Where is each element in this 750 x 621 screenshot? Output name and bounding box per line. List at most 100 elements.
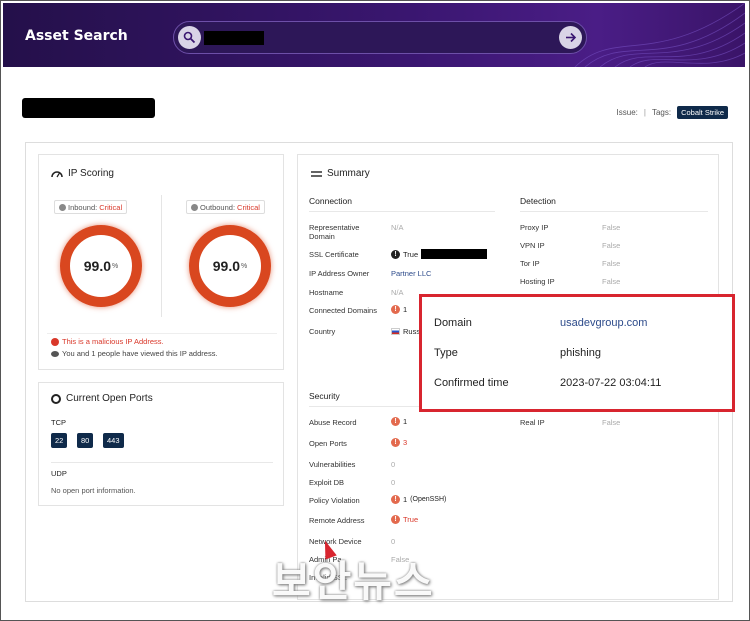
time-label: Confirmed time <box>434 377 509 389</box>
security-heading: Security <box>309 391 340 401</box>
malicious-text: This is a malicious IP Address. <box>62 337 164 346</box>
udp-empty-text: No open port information. <box>51 486 136 495</box>
security-row-label: Vulnerabilities <box>309 460 356 469</box>
search-bar[interactable] <box>173 21 587 54</box>
viewed-text: You and 1 people have viewed this IP add… <box>62 349 218 358</box>
inbound-level: Critical <box>99 202 123 212</box>
detection-row-value: False <box>602 223 621 232</box>
warning-icon: ! <box>391 305 400 314</box>
policy-violation-value[interactable]: ! 1 (OpenSSH) <box>391 495 446 504</box>
port-chip[interactable]: 80 <box>77 433 94 448</box>
security-row-value: 0 <box>391 478 396 487</box>
open-ports-count: 3 <box>403 438 408 447</box>
warning-icon: ! <box>391 417 400 426</box>
search-input[interactable] <box>269 28 549 48</box>
connection-divider <box>309 211 495 212</box>
type-value: phishing <box>560 347 601 359</box>
redacted-cert <box>421 249 488 259</box>
top-header: Asset Search <box>3 3 745 67</box>
connection-row-label: Country <box>309 327 336 336</box>
port-chip[interactable]: 443 <box>103 433 124 448</box>
outbound-score-ring: 99.0% <box>189 225 271 307</box>
domain-highlight-box: Domain usadevgroup.com Type phishing Con… <box>419 294 735 412</box>
inbound-percent: % <box>112 262 119 270</box>
warning-icon: ! <box>391 495 400 504</box>
connection-row-label: Connected Domains <box>309 306 377 315</box>
detection-row-value: False <box>602 277 621 286</box>
remote-address-value[interactable]: ! True <box>391 515 418 524</box>
connection-row-label: Hostname <box>309 288 344 297</box>
inbound-score-ring: 99.0% <box>60 225 142 307</box>
connection-row-value: N/A <box>391 288 404 297</box>
info-icon <box>59 203 66 211</box>
udp-label: UDP <box>51 469 67 478</box>
info-icon <box>191 203 198 211</box>
outbound-percent: % <box>241 262 248 270</box>
time-value: 2023-07-22 03:04:11 <box>560 377 662 389</box>
domain-link[interactable]: usadevgroup.com <box>560 317 647 329</box>
ports-divider <box>51 462 273 463</box>
connection-row-value: N/A <box>391 223 404 232</box>
ip-scoring-header: IP Scoring <box>51 168 114 179</box>
domain-label: Domain <box>434 317 472 329</box>
connected-domains-count: 1 <box>403 305 408 314</box>
eye-icon <box>51 350 59 357</box>
ip-scoring-title: IP Scoring <box>68 168 114 179</box>
connection-row-label: SSL Certificate <box>309 250 359 259</box>
security-row-label: Exploit DB <box>309 478 345 487</box>
outbound-score: 99.0 <box>212 258 240 274</box>
summary-title: Summary <box>327 168 370 179</box>
outbound-text: Outbound: <box>200 202 236 212</box>
connection-heading: Connection <box>309 196 353 206</box>
search-icon[interactable] <box>178 26 201 49</box>
detection-row-value: False <box>602 259 621 268</box>
country-value: Russ <box>391 327 420 336</box>
warning-icon: ! <box>391 438 400 447</box>
tag-badge[interactable]: Cobalt Strike <box>677 106 728 119</box>
ssl-value: ! True <box>391 249 488 259</box>
watermark-text: 보안뉴스 <box>272 557 435 606</box>
security-row-value: 0 <box>391 537 396 546</box>
country-text: Russ <box>403 327 421 336</box>
malicious-alert: This is a malicious IP Address. <box>51 337 164 346</box>
list-icon <box>311 170 322 177</box>
inbound-text: Inbound: <box>68 202 98 212</box>
connection-row-label: Representative Domain <box>309 223 360 241</box>
ssl-value-text: True <box>403 249 419 259</box>
open-ports-card: Current Open Ports TCP 22 80 443 UDP No … <box>38 382 284 506</box>
score-hdivider <box>47 333 277 334</box>
security-row-label: Policy Violation <box>309 496 360 505</box>
security-row-label: Network Device <box>309 537 362 546</box>
security-row-label: Remote Address <box>309 516 365 525</box>
inbound-label: Inbound: Critical <box>54 200 128 214</box>
detection-divider <box>520 211 708 212</box>
detection-row-label: VPN IP <box>520 241 545 250</box>
security-row-label: Abuse Record <box>309 418 357 427</box>
detection-row-label: Tor IP <box>520 259 540 268</box>
detection-row-value: False <box>602 241 621 250</box>
outbound-label: Outbound: Critical <box>186 200 265 214</box>
open-ports-header: Current Open Ports <box>51 393 153 404</box>
abuse-record-count: 1 <box>403 417 408 426</box>
score-divider <box>161 195 162 317</box>
policy-violation-note: (OpenSSH) <box>410 496 447 503</box>
port-chip[interactable]: 22 <box>51 433 68 448</box>
arrow-right-icon[interactable] <box>559 26 582 49</box>
connection-row-label: IP Address Owner <box>309 269 370 278</box>
connected-domains-value[interactable]: ! 1 <box>391 305 407 314</box>
redacted-page-title <box>22 98 155 118</box>
detection-row-label: Proxy IP <box>520 223 549 232</box>
abuse-record-value[interactable]: ! 1 <box>391 417 407 426</box>
target-icon <box>51 393 61 404</box>
owner-link[interactable]: Partner LLC <box>391 269 431 278</box>
remote-address-text: True <box>403 515 419 524</box>
detection-row-label: Real IP <box>520 418 545 427</box>
asset-meta: Issue: | Tags: Cobalt Strike <box>617 106 728 119</box>
tcp-label: TCP <box>51 418 66 427</box>
open-ports-value[interactable]: ! 3 <box>391 438 407 447</box>
detection-row-value: False <box>602 418 621 427</box>
detection-heading: Detection <box>520 196 556 206</box>
app-title: Asset Search <box>25 28 128 44</box>
tags-label: Tags: <box>651 108 672 117</box>
issue-label: Issue: <box>616 108 638 117</box>
